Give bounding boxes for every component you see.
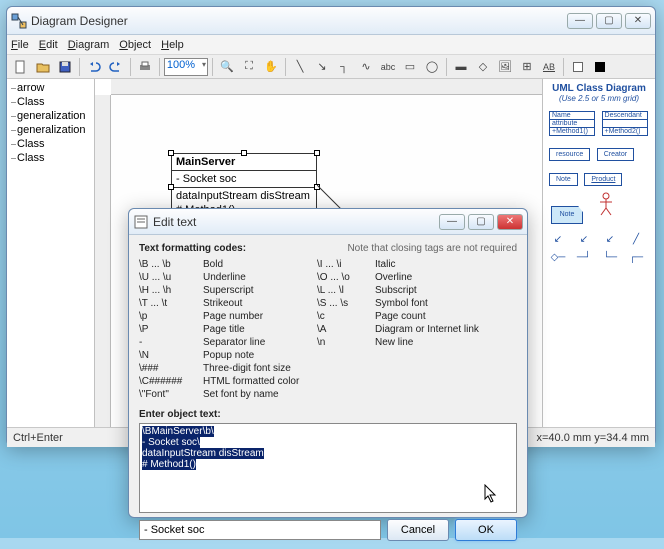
pan-tool[interactable]: ✋ — [261, 57, 281, 77]
font-tool[interactable]: AB — [539, 57, 559, 77]
arrow-icon[interactable]: ╱ — [625, 234, 647, 246]
tree-item[interactable]: arrow — [9, 81, 92, 95]
dialog-body: Text formatting codes: Note that closing… — [129, 235, 527, 549]
palette-note-shape[interactable]: Note — [551, 206, 583, 224]
palette-note[interactable]: Note — [549, 173, 578, 186]
edit-text-dialog: Edit text — ▢ ✕ Text formatting codes: N… — [128, 208, 528, 518]
dialog-close-button[interactable]: ✕ — [497, 214, 523, 230]
image-tool[interactable]: 🖼 — [495, 57, 515, 77]
connector-tool[interactable]: ┐ — [334, 57, 354, 77]
maximize-button[interactable]: ▢ — [596, 13, 622, 29]
tree-item[interactable]: Class — [9, 151, 92, 165]
palette-creator[interactable]: Creator — [597, 148, 634, 161]
redo-button[interactable] — [106, 57, 126, 77]
menu-help[interactable]: Help — [161, 39, 184, 51]
palette-class1[interactable]: Nameattribute+Method1() — [549, 111, 595, 136]
minimize-button[interactable]: — — [567, 13, 593, 29]
uml-class-op1: dataInputStream disStream — [172, 188, 316, 202]
ruler-vertical — [95, 95, 111, 427]
codes-hint: Note that closing tags are not required — [347, 243, 517, 254]
line-tool[interactable]: ╲ — [290, 57, 310, 77]
undo-button[interactable] — [84, 57, 104, 77]
status-coords: x=40.0 mm y=34.4 mm — [537, 432, 650, 444]
menu-diagram[interactable]: Diagram — [68, 39, 110, 51]
linecolor-tool[interactable] — [590, 57, 610, 77]
dialog-maximize-button[interactable]: ▢ — [468, 214, 494, 230]
uml-class-attr: - Socket soc — [172, 171, 316, 188]
save-button[interactable] — [55, 57, 75, 77]
app-icon — [11, 13, 27, 29]
dialog-icon — [133, 214, 149, 230]
curve-tool[interactable]: ∿ — [356, 57, 376, 77]
palette-class2[interactable]: Descendant +Method2() — [602, 111, 648, 136]
zoom-tool[interactable]: 🔍 — [217, 57, 237, 77]
rect-tool[interactable]: ▭ — [400, 57, 420, 77]
palette-subtitle: (Use 2.5 or 5 mm grid) — [547, 94, 651, 103]
footer-input[interactable] — [139, 520, 381, 540]
codes-heading: Text formatting codes: — [139, 243, 246, 254]
main-titlebar[interactable]: Diagram Designer — ▢ ✕ — [7, 7, 655, 35]
dialog-titlebar[interactable]: Edit text — ▢ ✕ — [129, 209, 527, 235]
ruler-horizontal — [111, 79, 542, 95]
menubar: File Edit Diagram Object Help — [7, 35, 655, 55]
menu-edit[interactable]: Edit — [39, 39, 58, 51]
print-button[interactable] — [135, 57, 155, 77]
zoom-fit[interactable]: ⛶ — [239, 57, 259, 77]
zoom-combo[interactable]: 100% — [164, 58, 208, 76]
group-tool[interactable]: ⊞ — [517, 57, 537, 77]
dialog-title: Edit text — [153, 215, 436, 229]
arrow-icon[interactable]: ─┘ — [573, 252, 595, 264]
arrow-icon[interactable]: ┌─ — [625, 252, 647, 264]
arrow-icon[interactable]: ↙ — [547, 234, 569, 246]
uml-class-name: MainServer — [172, 154, 316, 171]
text-tool[interactable]: abc — [378, 57, 398, 77]
actor-icon[interactable] — [598, 192, 614, 218]
fillcolor-tool[interactable] — [568, 57, 588, 77]
tree-item[interactable]: Class — [9, 95, 92, 109]
window-title: Diagram Designer — [31, 14, 564, 28]
template-panel[interactable]: UML Class Diagram (Use 2.5 or 5 mm grid)… — [543, 79, 655, 427]
ellipse-tool[interactable]: ◯ — [422, 57, 442, 77]
palette-arrows: ↙ ↙ ↙ ╱ — [547, 234, 651, 246]
menu-file[interactable]: File — [11, 39, 29, 51]
flowbox-tool[interactable]: ▬ — [451, 57, 471, 77]
palette-title: UML Class Diagram — [547, 83, 651, 94]
dialog-minimize-button[interactable]: — — [439, 214, 465, 230]
menu-object[interactable]: Object — [119, 39, 151, 51]
decision-tool[interactable]: ◇ — [473, 57, 493, 77]
arrow-icon[interactable]: ↙ — [573, 234, 595, 246]
close-button[interactable]: ✕ — [625, 13, 651, 29]
arrow-icon[interactable]: └─ — [599, 252, 621, 264]
object-text-area[interactable]: \BMainServer\b\- Socket soc\dataInputStr… — [139, 423, 517, 513]
arrow-icon[interactable]: ◇─ — [547, 252, 569, 264]
codes-table: \B ... \b\U ... \u\H ... \h\T ... \t\p\P… — [139, 258, 517, 401]
new-button[interactable] — [11, 57, 31, 77]
toolbar: 100% 🔍 ⛶ ✋ ╲ ↘ ┐ ∿ abc ▭ ◯ ▬ ◇ 🖼 ⊞ AB — [7, 55, 655, 79]
tree-item[interactable]: generalization — [9, 123, 92, 137]
palette-product[interactable]: Product — [584, 173, 622, 186]
object-tree[interactable]: arrow Class generalization generalizatio… — [7, 79, 95, 427]
tree-item[interactable]: Class — [9, 137, 92, 151]
palette-resource[interactable]: resource — [549, 148, 590, 161]
enter-label: Enter object text: — [139, 409, 517, 420]
arrow-icon[interactable]: ↙ — [599, 234, 621, 246]
tree-item[interactable]: generalization — [9, 109, 92, 123]
open-button[interactable] — [33, 57, 53, 77]
arrow-tool[interactable]: ↘ — [312, 57, 332, 77]
